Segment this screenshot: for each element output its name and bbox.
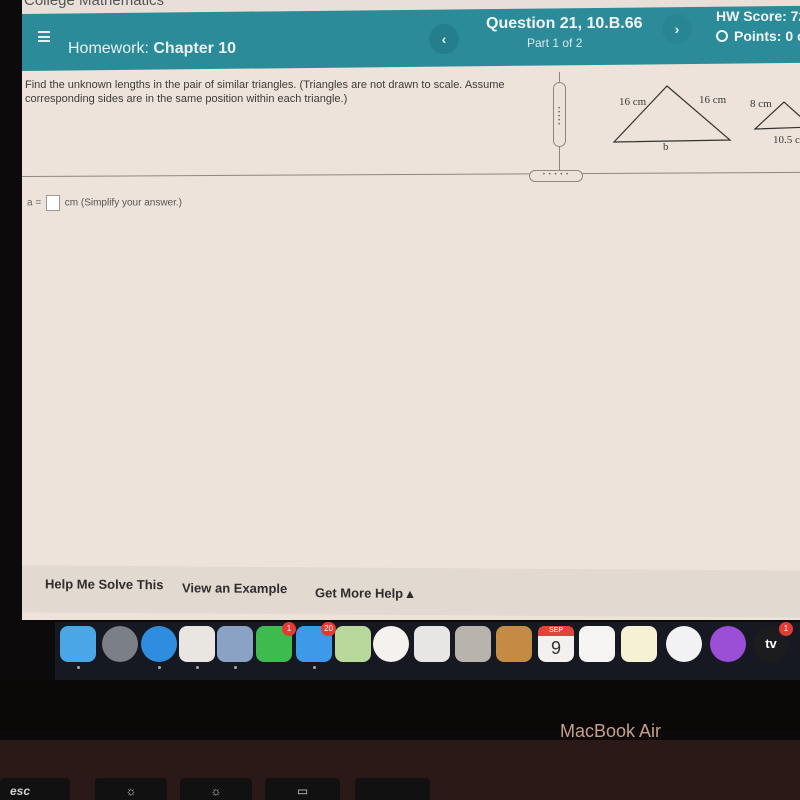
- next-question-button[interactable]: ›: [662, 14, 692, 44]
- homework-name: Chapter 10: [153, 40, 237, 57]
- chevron-right-icon: ›: [674, 21, 680, 37]
- dock-apple-tv-icon[interactable]: tv 1: [753, 622, 793, 662]
- similar-triangles-figure: 16 cm 16 cm b 8 cm a 10.5 cm: [572, 72, 800, 177]
- hw-score: HW Score: 72: [716, 8, 800, 24]
- homework-prefix: Homework:: [68, 40, 149, 57]
- browser-tab-title[interactable]: College Mathematics: [24, 0, 164, 9]
- answer-suffix: cm (Simplify your answer.): [64, 197, 182, 209]
- running-indicator: [234, 666, 237, 669]
- previous-question-button[interactable]: ‹: [429, 24, 459, 54]
- grip-dots-icon: • • • • •: [558, 106, 561, 128]
- horizontal-splitter-handle[interactable]: • • • • •: [529, 170, 583, 182]
- answer-variable-label: a =: [27, 197, 42, 209]
- running-indicator: [313, 666, 316, 669]
- dock-messages-icon[interactable]: 20: [296, 622, 336, 662]
- help-me-solve-this-button[interactable]: Help Me Solve This: [45, 576, 163, 592]
- question-title: Question 21, 10.B.66: [486, 15, 643, 32]
- brightness-down-key[interactable]: ☼: [95, 778, 167, 800]
- dock-music-icon[interactable]: [666, 626, 702, 662]
- notification-badge: 1: [282, 622, 296, 636]
- dock-launchpad-icon[interactable]: [102, 626, 138, 662]
- calendar-day: 9: [550, 638, 561, 658]
- dock-finder-icon[interactable]: [60, 626, 96, 662]
- dock-maps-icon[interactable]: [335, 626, 371, 662]
- vertical-splitter-handle[interactable]: • • • • •: [553, 82, 566, 147]
- homework-title: Homework: Chapter 10: [68, 40, 236, 58]
- help-bar: Help Me Solve This View an Example Get M…: [22, 565, 800, 618]
- question-panel: Find the unknown lengths in the pair of …: [22, 72, 800, 180]
- laptop-bezel: [0, 680, 800, 730]
- chevron-left-icon: ‹: [441, 31, 447, 47]
- dock-notes-icon[interactable]: [621, 626, 657, 662]
- large-triangle-left-label: 16 cm: [619, 96, 647, 108]
- small-triangle-base-label: 10.5 cm: [773, 134, 800, 146]
- points-text: Points: 0 c: [734, 28, 800, 44]
- answer-row: a = cm (Simplify your answer.): [27, 195, 182, 211]
- dock-podcasts-icon[interactable]: [710, 626, 746, 662]
- small-triangle-left-label: 8 cm: [750, 98, 772, 110]
- points-status: Points: 0 c: [716, 28, 800, 44]
- get-more-help-button[interactable]: Get More Help ▴: [315, 585, 413, 602]
- running-indicator: [158, 666, 161, 669]
- dock-preview-icon[interactable]: [217, 626, 253, 662]
- dock-photo-booth-icon[interactable]: [455, 626, 491, 662]
- dock-photos-icon[interactable]: [373, 626, 409, 662]
- question-prompt: Find the unknown lengths in the pair of …: [25, 79, 505, 105]
- dock-reminders-icon[interactable]: [579, 626, 615, 662]
- photo-of-laptop-screen: College Mathematics Homework: Chapter 10…: [0, 0, 800, 800]
- mission-control-key[interactable]: ▭: [265, 778, 340, 800]
- large-triangle-right-label: 16 cm: [699, 94, 727, 106]
- dock-facetime-icon[interactable]: 1: [256, 622, 296, 662]
- circle-status-icon: [716, 30, 728, 42]
- calendar-month: SEP: [538, 626, 574, 636]
- hamburger-menu-icon[interactable]: [38, 31, 50, 42]
- dock-screenshot-icon[interactable]: [414, 626, 450, 662]
- dock-chrome-icon[interactable]: [179, 626, 215, 662]
- dock-safari-icon[interactable]: [141, 626, 177, 662]
- dock-calendar-icon[interactable]: SEP 9: [538, 626, 574, 662]
- large-triangle-base-label: b: [663, 141, 669, 153]
- answer-input[interactable]: [45, 195, 60, 211]
- question-part: Part 1 of 2: [527, 36, 583, 50]
- running-indicator: [196, 666, 199, 669]
- notification-badge: 1: [779, 622, 793, 636]
- macos-dock: 1 20 SEP 9 tv 1: [55, 622, 800, 680]
- laptop-brand-label: MacBook Air: [560, 721, 662, 741]
- running-indicator: [77, 666, 80, 669]
- browser-screen: College Mathematics Homework: Chapter 10…: [21, 0, 800, 620]
- notification-badge: 20: [321, 622, 336, 636]
- esc-key[interactable]: esc: [0, 778, 70, 800]
- brightness-up-key[interactable]: ☼: [180, 778, 252, 800]
- view-an-example-button[interactable]: View an Example: [182, 580, 287, 596]
- keyboard-key[interactable]: [355, 778, 430, 800]
- dock-contacts-icon[interactable]: [496, 626, 532, 662]
